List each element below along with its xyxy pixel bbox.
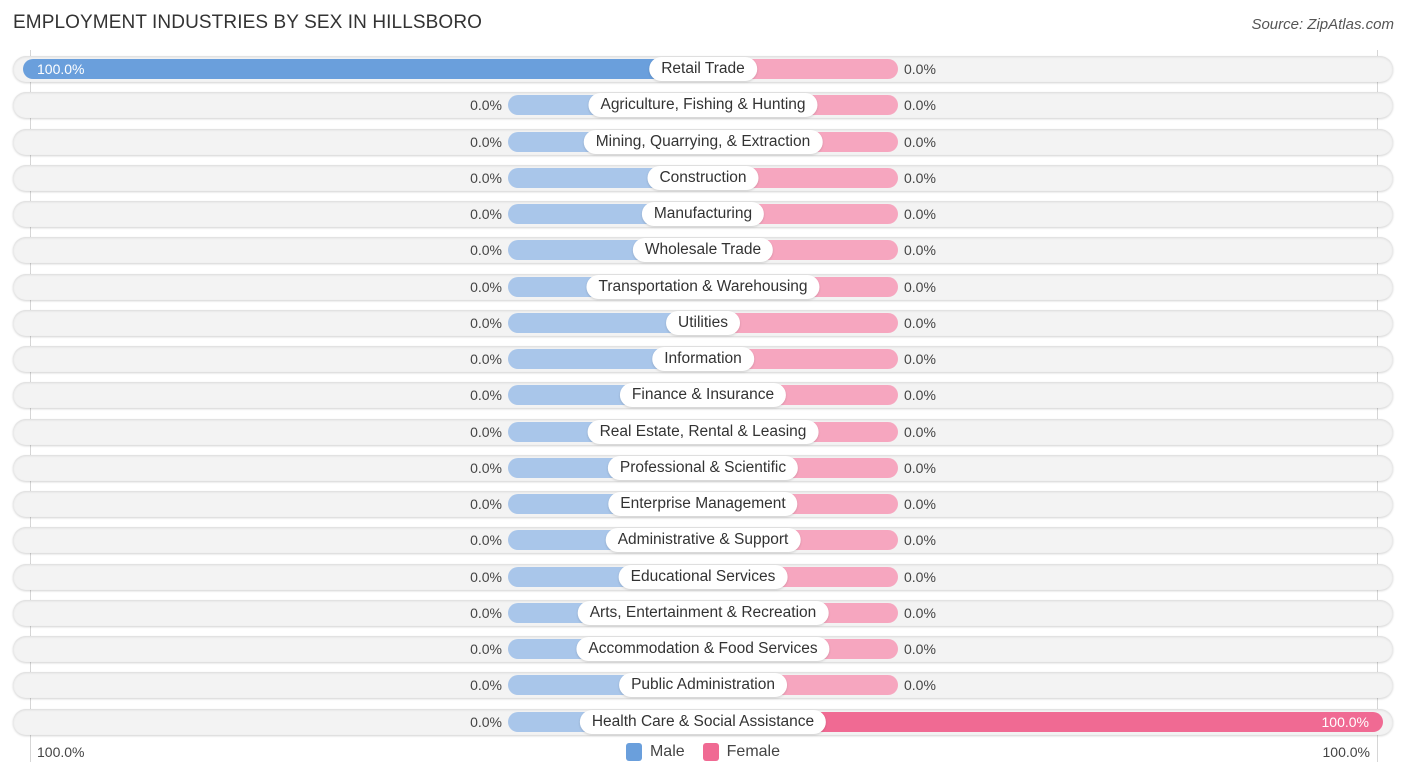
female-value-label: 0.0% <box>904 459 936 476</box>
legend: Male Female <box>0 743 1406 761</box>
male-value-label: 0.0% <box>470 314 502 331</box>
male-value-label: 0.0% <box>470 351 502 367</box>
female-value-label: 0.0% <box>904 423 936 440</box>
category-label: Finance & Insurance <box>619 383 787 408</box>
category-label: Retail Trade <box>649 57 757 81</box>
male-bar <box>23 59 713 79</box>
category-label: Administrative & Support <box>605 528 801 553</box>
category-label: Information <box>652 347 754 371</box>
category-label: Arts, Entertainment & Recreation <box>577 600 829 625</box>
female-value-label: 0.0% <box>904 677 936 694</box>
male-value-label: 0.0% <box>470 242 502 259</box>
male-value-label: 0.0% <box>470 169 502 186</box>
female-value-label: 0.0% <box>904 61 936 77</box>
female-value-label: 0.0% <box>904 169 936 186</box>
male-value-label: 0.0% <box>470 568 502 585</box>
female-value-label: 0.0% <box>904 133 936 150</box>
legend-label-female: Female <box>726 743 781 760</box>
male-value-label: 0.0% <box>470 97 502 114</box>
category-label: Wholesale Trade <box>632 238 774 263</box>
legend-swatch-female <box>702 743 719 761</box>
category-label: Utilities <box>666 310 740 335</box>
female-value-label: 0.0% <box>904 242 936 259</box>
female-value-label: 0.0% <box>904 496 936 512</box>
male-value-label: 0.0% <box>470 496 502 512</box>
female-value-label: 0.0% <box>904 278 936 295</box>
category-label: Educational Services <box>618 564 788 589</box>
category-label: Enterprise Management <box>608 492 798 516</box>
female-value-label: 0.0% <box>904 641 936 657</box>
category-label: Professional & Scientific <box>607 455 799 480</box>
category-label: Manufacturing <box>641 202 765 226</box>
category-label: Accommodation & Food Services <box>576 637 830 661</box>
legend-label-male: Male <box>649 743 685 760</box>
female-value-label: 100.0% <box>1321 713 1369 730</box>
female-value-label: 0.0% <box>904 97 936 114</box>
female-value-label: 0.0% <box>904 604 936 621</box>
male-value-label: 0.0% <box>470 423 502 440</box>
category-label: Construction <box>647 165 759 190</box>
male-value-label: 0.0% <box>470 677 502 694</box>
male-value-label: 0.0% <box>470 206 502 222</box>
male-value-label: 0.0% <box>470 387 502 404</box>
female-value-label: 0.0% <box>904 206 936 222</box>
category-label: Transportation & Warehousing <box>586 274 820 299</box>
female-value-label: 0.0% <box>904 568 936 585</box>
category-label: Real Estate, Rental & Leasing <box>587 419 819 444</box>
chart-rows: Retail Trade 100.0% 0.0% Agriculture, Fishi… <box>0 0 1406 777</box>
male-value-label: 0.0% <box>470 641 502 657</box>
female-value-label: 0.0% <box>904 351 936 367</box>
male-value-label: 100.0% <box>37 61 85 77</box>
male-value-label: 0.0% <box>470 713 502 730</box>
female-value-label: 0.0% <box>904 387 936 404</box>
legend-item-female: Female <box>702 743 781 761</box>
male-value-label: 0.0% <box>470 278 502 295</box>
legend-item-male: Male <box>625 743 685 761</box>
female-value-label: 0.0% <box>904 314 936 331</box>
male-value-label: 0.0% <box>470 133 502 150</box>
male-value-label: 0.0% <box>470 604 502 621</box>
male-value-label: 0.0% <box>470 459 502 476</box>
male-value-label: 0.0% <box>470 532 502 549</box>
female-value-label: 0.0% <box>904 532 936 549</box>
legend-swatch-male <box>625 743 642 761</box>
category-label: Health Care & Social Assistance <box>579 709 827 734</box>
category-label: Public Administration <box>619 673 787 698</box>
category-label: Agriculture, Fishing & Hunting <box>588 93 818 118</box>
category-label: Mining, Quarrying, & Extraction <box>583 129 823 154</box>
